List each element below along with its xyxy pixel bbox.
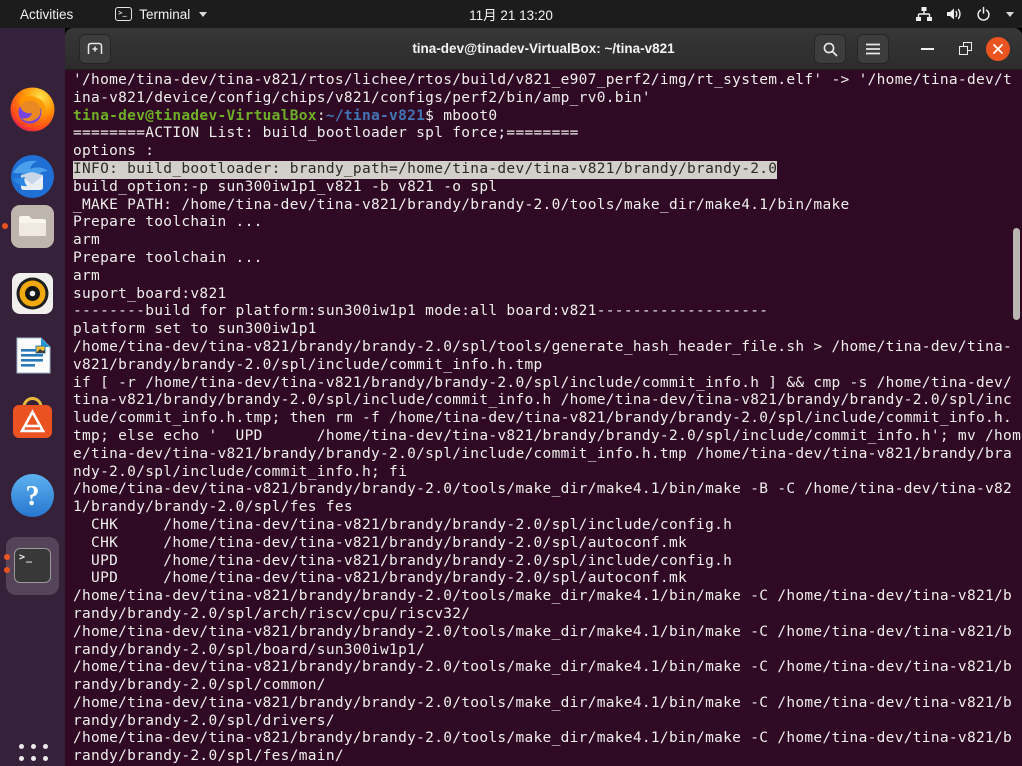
app-menu-terminal[interactable]: >_ Terminal bbox=[109, 5, 213, 24]
terminal-line: if [ -r /home/tina-dev/tina-v821/brandy/… bbox=[73, 375, 1022, 393]
dock-item-libreoffice-writer[interactable] bbox=[9, 332, 56, 379]
hamburger-menu-icon bbox=[865, 42, 881, 56]
dock-item-thunderbird[interactable] bbox=[9, 153, 56, 200]
prompt-path: ~/tina-v821 bbox=[326, 108, 425, 124]
top-bar: Activities >_ Terminal 11月 21 13:20 bbox=[0, 0, 1022, 28]
terminal-line: CHK /home/tina-dev/tina-v821/brandy/bran… bbox=[73, 517, 1022, 535]
files-icon bbox=[9, 203, 56, 250]
terminal-line: options : bbox=[73, 143, 1022, 161]
show-applications-button[interactable] bbox=[15, 740, 51, 766]
terminal-line: randy/brandy-2.0/spl/drivers/ bbox=[73, 713, 1022, 731]
ubuntu-software-icon bbox=[9, 395, 56, 442]
dock-item-files[interactable] bbox=[9, 203, 56, 250]
new-tab-icon bbox=[86, 40, 104, 58]
terminal-line: '/home/tina-dev/tina-v821/rtos/lichee/rt… bbox=[73, 72, 1022, 90]
terminal-line: 1/brandy/brandy-2.0/spl/fes fes bbox=[73, 499, 1022, 517]
terminal-line: tina-v821/brandy/brandy-2.0/spl/include/… bbox=[73, 392, 1022, 410]
terminal-line: e/tina-dev/tina-v821/brandy/brandy-2.0/s… bbox=[73, 446, 1022, 464]
terminal-line: arm bbox=[73, 268, 1022, 286]
scrollbar-thumb[interactable] bbox=[1013, 228, 1020, 320]
activities-button[interactable]: Activities bbox=[12, 5, 81, 24]
close-icon bbox=[992, 43, 1004, 55]
dock-item-terminal[interactable]: >_ bbox=[6, 537, 59, 595]
terminal-line: /home/tina-dev/tina-v821/brandy/brandy-2… bbox=[73, 588, 1022, 606]
prompt-sep: : bbox=[317, 108, 326, 124]
terminal-line: /home/tina-dev/tina-v821/brandy/brandy-2… bbox=[73, 695, 1022, 713]
terminal-line: lude/commit_info.h.tmp; then rm -f /home… bbox=[73, 410, 1022, 428]
terminal-line: tina-dev@tinadev-VirtualBox:~/tina-v821$… bbox=[73, 108, 1022, 126]
terminal-line: platform set to sun300iw1p1 bbox=[73, 321, 1022, 339]
terminal-line: randy/brandy-2.0/spl/board/sun300iw1p1/ bbox=[73, 642, 1022, 660]
power-icon bbox=[975, 6, 992, 22]
volume-icon bbox=[945, 6, 963, 22]
firefox-icon bbox=[9, 86, 56, 133]
terminal-line: Prepare toolchain ... bbox=[73, 214, 1022, 232]
terminal-content[interactable]: '/home/tina-dev/tina-v821/rtos/lichee/rt… bbox=[65, 70, 1022, 766]
terminal-line: /home/tina-dev/tina-v821/brandy/brandy-2… bbox=[73, 339, 1022, 357]
terminal-line: arm bbox=[73, 232, 1022, 250]
title-bar[interactable]: tina-dev@tinadev-VirtualBox: ~/tina-v821 bbox=[65, 28, 1022, 70]
terminal-line: randy/brandy-2.0/spl/arch/riscv/cpu/risc… bbox=[73, 606, 1022, 624]
terminal-line: suport_board:v821 bbox=[73, 286, 1022, 304]
svg-text:?: ? bbox=[26, 481, 40, 512]
network-icon bbox=[915, 6, 933, 22]
dock-item-help[interactable]: ? bbox=[9, 472, 56, 519]
terminal-line: build_option:-p sun300iw1p1_v821 -b v821… bbox=[73, 179, 1022, 197]
dock-item-firefox[interactable] bbox=[9, 86, 56, 133]
terminal-line: /home/tina-dev/tina-v821/brandy/brandy-2… bbox=[73, 659, 1022, 677]
app-menu-label: Terminal bbox=[139, 7, 190, 22]
dock-item-ubuntu-software[interactable] bbox=[9, 395, 56, 442]
terminal-line: CHK /home/tina-dev/tina-v821/brandy/bran… bbox=[73, 535, 1022, 553]
terminal-line: UPD /home/tina-dev/tina-v821/brandy/bran… bbox=[73, 553, 1022, 571]
terminal-line: randy/brandy-2.0/spl/fes/main/ bbox=[73, 748, 1022, 766]
thunderbird-icon bbox=[9, 153, 56, 200]
terminal-line: /home/tina-dev/tina-v821/brandy/brandy-2… bbox=[73, 481, 1022, 499]
running-indicator bbox=[2, 223, 8, 229]
new-tab-button[interactable] bbox=[79, 34, 111, 64]
terminal-line: ina-v821/device/config/chips/v821/config… bbox=[73, 90, 1022, 108]
chevron-down-icon bbox=[199, 12, 207, 17]
search-icon bbox=[822, 41, 839, 58]
rhythmbox-icon bbox=[9, 270, 56, 317]
terminal-line: INFO: build_bootloader: brandy_path=/hom… bbox=[73, 161, 777, 179]
dock: ? >_ bbox=[0, 28, 65, 766]
terminal-line: UPD /home/tina-dev/tina-v821/brandy/bran… bbox=[73, 570, 1022, 588]
prompt-user: tina-dev@tinadev-VirtualBox bbox=[73, 108, 317, 124]
terminal-dock-icon: >_ bbox=[14, 548, 51, 583]
terminal-line: tmp; else echo ' UPD /home/tina-dev/tina… bbox=[73, 428, 1022, 446]
system-tray[interactable] bbox=[915, 0, 1014, 28]
help-icon: ? bbox=[9, 472, 56, 519]
terminal-window: tina-dev@tinadev-VirtualBox: ~/tina-v821 bbox=[65, 28, 1022, 766]
menu-button[interactable] bbox=[857, 34, 889, 64]
minimize-icon bbox=[921, 48, 934, 50]
terminal-line: Prepare toolchain ... bbox=[73, 250, 1022, 268]
minimize-button[interactable] bbox=[921, 28, 934, 70]
search-button[interactable] bbox=[814, 34, 846, 64]
terminal-output: '/home/tina-dev/tina-v821/rtos/lichee/rt… bbox=[73, 72, 1022, 766]
libreoffice-writer-icon bbox=[9, 332, 56, 379]
terminal-line: _MAKE PATH: /home/tina-dev/tina-v821/bra… bbox=[73, 197, 1022, 215]
terminal-line: ndy-2.0/spl/include/commit_info.h; fi bbox=[73, 464, 1022, 482]
terminal-line: v821/brandy/brandy-2.0/spl/include/commi… bbox=[73, 357, 1022, 375]
terminal-line: --------build for platform:sun300iw1p1 m… bbox=[73, 303, 1022, 321]
chevron-down-icon bbox=[1006, 12, 1014, 17]
prompt-cmd: $ mboot0 bbox=[425, 108, 497, 124]
running-indicator bbox=[4, 567, 10, 573]
running-indicator bbox=[4, 554, 10, 560]
terminal-line: ========ACTION List: build_bootloader sp… bbox=[73, 125, 1022, 143]
dock-item-rhythmbox[interactable] bbox=[9, 270, 56, 317]
terminal-mini-icon: >_ bbox=[115, 7, 132, 21]
close-button[interactable] bbox=[986, 37, 1010, 61]
terminal-line: randy/brandy-2.0/spl/common/ bbox=[73, 677, 1022, 695]
terminal-line: /home/tina-dev/tina-v821/brandy/brandy-2… bbox=[73, 624, 1022, 642]
terminal-line: /home/tina-dev/tina-v821/brandy/brandy-2… bbox=[73, 730, 1022, 748]
